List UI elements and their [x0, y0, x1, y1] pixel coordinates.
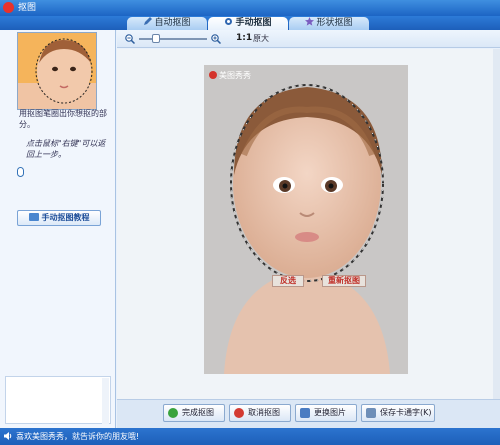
tab-shape-cutout-label: 形状抠图 [316, 18, 353, 28]
actual-size-ratio[interactable]: 1:1 [236, 32, 252, 45]
hand-icon [224, 17, 233, 26]
tab-auto-cutout-label: 自动抠图 [154, 18, 191, 28]
sidebar-scrollbar[interactable] [102, 378, 109, 424]
cancel-cutout-label: 取消抠图 [248, 408, 280, 417]
title-bar: 抠图 [0, 0, 500, 16]
tutorial-button-label: 手动抠图教程 [41, 213, 90, 222]
check-icon [168, 408, 178, 418]
image-icon [300, 408, 310, 418]
manual-cutout-tutorial-button[interactable]: 手动抠图教程 [17, 210, 101, 226]
save-sticker-label: 保存卡通字(K) [380, 408, 432, 417]
cancel-icon [234, 408, 244, 418]
original-size-label[interactable]: 原大 [253, 33, 269, 45]
editing-canvas[interactable]: 美图秀秀 反选 重新抠图 [117, 49, 500, 399]
watermark-text: 美图秀秀 [219, 71, 251, 80]
canvas-scrollbar[interactable] [493, 49, 500, 399]
right-click-hint-text: 点击鼠标"右键"可以返回上一步。 [26, 139, 106, 159]
speaker-icon [4, 432, 13, 440]
tab-auto-cutout[interactable]: 自动抠图 [127, 17, 207, 30]
zoom-out-icon[interactable] [125, 34, 136, 45]
preview-thumbnail [17, 32, 97, 110]
save-icon [366, 408, 376, 418]
save-sticker-button[interactable]: 保存卡通字(K) [361, 404, 435, 422]
sidebar: 用抠图笔圈出你想抠的部分。 点击鼠标"右键"可以返回上一步。 手动抠图教程 [0, 30, 116, 428]
tab-manual-cutout-label: 手动抠图 [235, 18, 272, 28]
invert-selection-button[interactable]: 反选 [272, 275, 304, 287]
mouse-icon [17, 167, 24, 177]
tab-bar: 自动抠图 手动抠图 形状抠图 [0, 16, 500, 30]
action-bar: 完成抠图 取消抠图 更换图片 保存卡通字(K) [117, 399, 500, 428]
window-title: 抠图 [18, 3, 37, 13]
shape-icon [305, 17, 315, 26]
pen-icon [143, 17, 153, 26]
finish-cutout-label: 完成抠图 [182, 408, 214, 417]
zoom-slider-track[interactable] [139, 38, 207, 40]
zoom-in-icon[interactable] [211, 34, 222, 45]
finish-cutout-button[interactable]: 完成抠图 [163, 404, 225, 422]
status-message: 喜欢美图秀秀，就告诉你的朋友哦! [16, 432, 140, 441]
watermark: 美图秀秀 [209, 71, 251, 81]
replace-image-button[interactable]: 更换图片 [295, 404, 357, 422]
zoom-slider-handle[interactable] [152, 34, 160, 43]
redo-cutout-button[interactable]: 重新抠图 [322, 275, 366, 287]
draw-hint-text: 用抠图笔圈出你想抠的部分。 [19, 109, 107, 129]
status-bar: 喜欢美图秀秀，就告诉你的朋友哦! [0, 428, 500, 445]
zoom-toolbar: 1:1 原大 [117, 30, 500, 48]
sidebar-list-panel [5, 376, 111, 424]
app-logo-icon [3, 2, 14, 13]
cancel-cutout-button[interactable]: 取消抠图 [229, 404, 291, 422]
tab-manual-cutout[interactable]: 手动抠图 [208, 17, 288, 30]
tab-shape-cutout[interactable]: 形状抠图 [289, 17, 369, 30]
watermark-logo-icon [209, 71, 217, 79]
replace-image-label: 更换图片 [314, 408, 346, 417]
photo-canvas[interactable]: 美图秀秀 反选 重新抠图 [204, 65, 408, 374]
book-icon [28, 213, 39, 221]
